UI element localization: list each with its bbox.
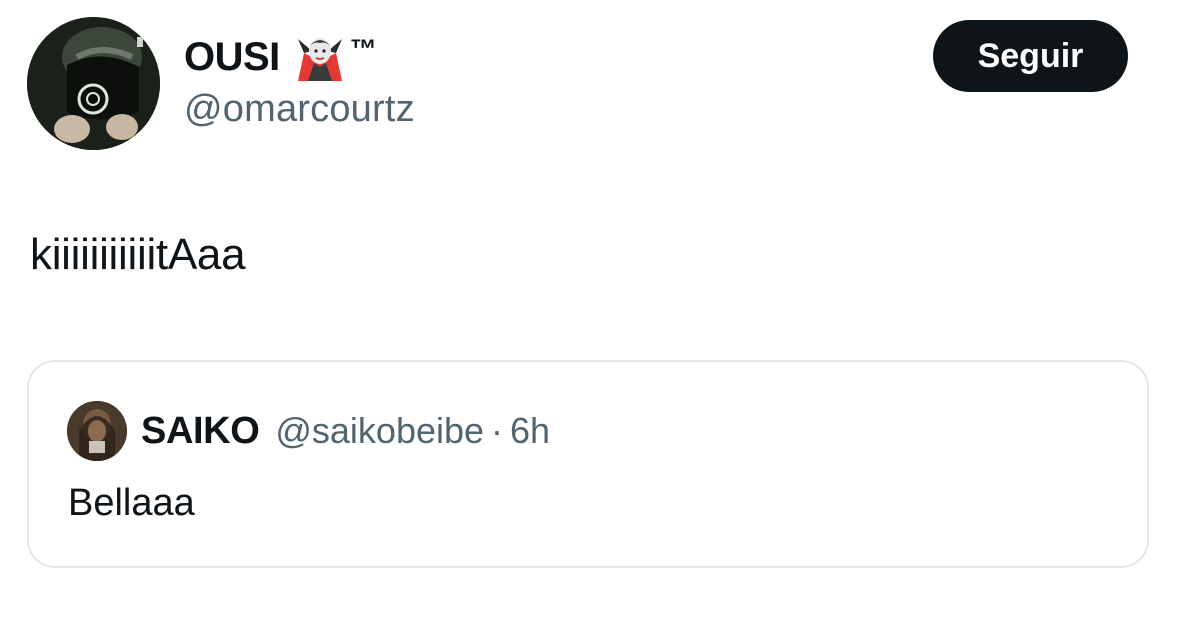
tweet-text: kiiiiiiiiiiitAaa xyxy=(30,230,246,279)
author-name-row: OUSI ™ xyxy=(184,28,415,86)
quoted-author-avatar[interactable] xyxy=(67,401,127,461)
trademark-symbol: ™ xyxy=(349,34,377,64)
quoted-author-handle[interactable]: @saikobeibe xyxy=(275,410,484,452)
author-info: OUSI ™ @omarcourtz xyxy=(184,28,415,131)
vampire-emoji-icon xyxy=(294,31,346,83)
quoted-tweet-timestamp[interactable]: 6h xyxy=(510,410,550,452)
follow-button[interactable]: Seguir xyxy=(933,20,1128,92)
author-avatar[interactable] xyxy=(27,17,160,150)
quoted-tweet-text: Bellaaa xyxy=(68,482,195,524)
quoted-tweet-card[interactable]: SAIKO @saikobeibe · 6h Bellaaa xyxy=(27,360,1149,568)
author-display-name[interactable]: OUSI xyxy=(184,35,280,80)
author-handle[interactable]: @omarcourtz xyxy=(184,88,415,131)
quoted-author-display-name[interactable]: SAIKO xyxy=(141,410,260,453)
quoted-tweet-header: SAIKO @saikobeibe · 6h xyxy=(67,400,550,462)
separator-dot: · xyxy=(491,410,504,451)
